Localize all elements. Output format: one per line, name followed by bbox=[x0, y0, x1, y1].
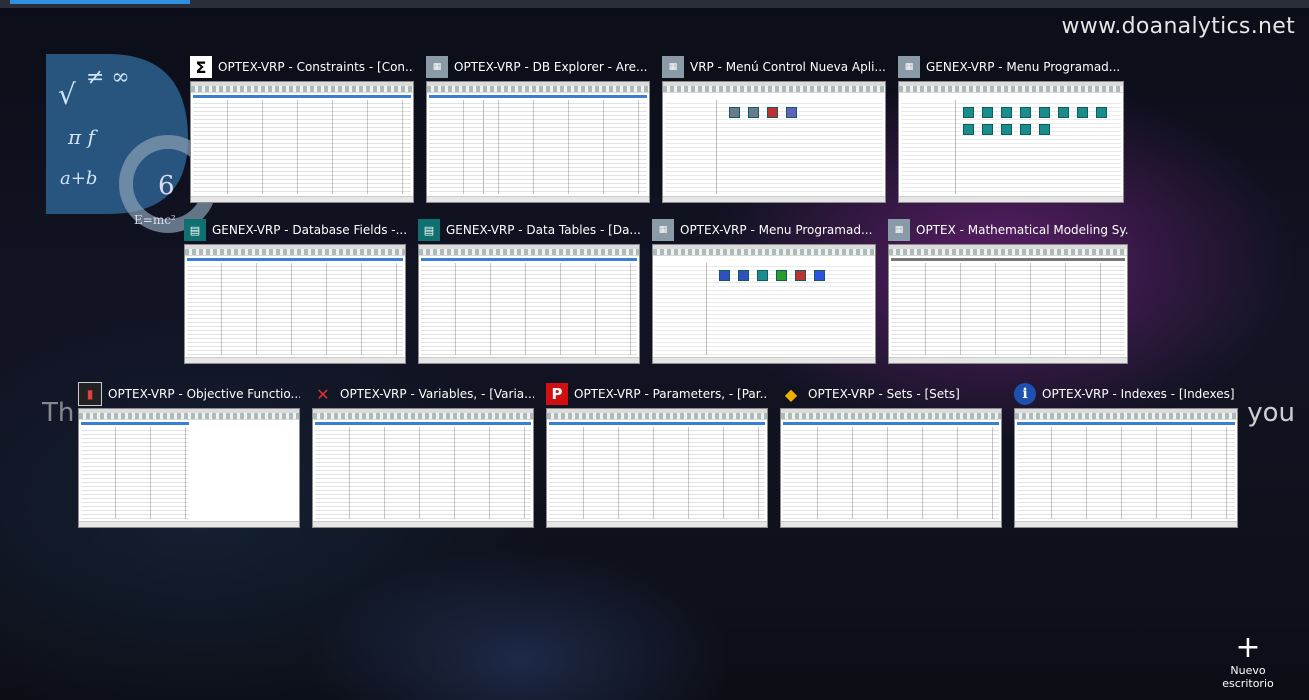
window-title-bar: ▤ GENEX-VRP - Data Tables - [Da... bbox=[418, 218, 640, 242]
top-bar-accent bbox=[10, 0, 190, 4]
objective-function-icon: ▮ bbox=[78, 382, 102, 406]
optex-app-icon: ▦ bbox=[888, 219, 910, 241]
optex-app-icon: ▦ bbox=[898, 56, 920, 78]
sets-icon: ◆ bbox=[784, 384, 798, 404]
window-title: OPTEX-VRP - DB Explorer - Are... bbox=[454, 60, 648, 74]
window-title: GENEX-VRP - Data Tables - [Da... bbox=[446, 223, 640, 237]
window-title: OPTEX-VRP - Indexes - [Indexes] bbox=[1042, 387, 1235, 401]
window-preview bbox=[652, 244, 876, 364]
top-bar bbox=[0, 0, 1309, 8]
window-title-bar: ▦ VRP - Menú Control Nueva Apli... bbox=[662, 55, 886, 79]
window-title: GENEX-VRP - Menu Programad... bbox=[926, 60, 1121, 74]
window-title: VRP - Menú Control Nueva Apli... bbox=[690, 60, 886, 74]
window-title-bar: ▦ OPTEX-VRP - DB Explorer - Are... bbox=[426, 55, 650, 79]
window-title-bar: ✕ OPTEX-VRP - Variables, - [Varia... bbox=[312, 382, 534, 406]
window-title: OPTEX-VRP - Variables, - [Varia... bbox=[340, 387, 534, 401]
window-title: OPTEX-VRP - Sets - [Sets] bbox=[808, 387, 960, 401]
window-preview bbox=[546, 408, 768, 528]
svg-text:√: √ bbox=[58, 78, 76, 111]
parameters-icon: P bbox=[546, 383, 568, 405]
info-icon: i bbox=[1014, 383, 1036, 405]
optex-app-icon: ▦ bbox=[652, 219, 674, 241]
new-desktop-button[interactable]: + Nuevo escritorio bbox=[1203, 630, 1293, 691]
window-title-bar: Σ OPTEX-VRP - Constraints - [Con... bbox=[190, 55, 414, 79]
sigma-icon: Σ bbox=[190, 56, 212, 78]
svg-text:π f: π f bbox=[67, 125, 99, 149]
optex-app-icon: ▦ bbox=[662, 56, 684, 78]
svg-text:a+b: a+b bbox=[60, 168, 97, 189]
window-preview bbox=[898, 81, 1124, 203]
window-preview bbox=[184, 244, 406, 364]
window-preview bbox=[418, 244, 640, 364]
window-title-bar: ◆ OPTEX-VRP - Sets - [Sets] bbox=[780, 382, 1002, 406]
window-title-bar: ▦ OPTEX-VRP - Menu Programad... bbox=[652, 218, 876, 242]
plus-icon: + bbox=[1235, 630, 1261, 665]
window-title: OPTEX-VRP - Parameters, - [Par... bbox=[574, 387, 768, 401]
window-title-bar: ▦ GENEX-VRP - Menu Programad... bbox=[898, 55, 1124, 79]
window-title: OPTEX-VRP - Objective Functio... bbox=[108, 387, 300, 401]
window-preview bbox=[780, 408, 1002, 528]
data-tables-icon: ▤ bbox=[418, 219, 440, 241]
variables-icon: ✕ bbox=[316, 384, 330, 404]
window-title: OPTEX-VRP - Menu Programad... bbox=[680, 223, 873, 237]
window-preview bbox=[312, 408, 534, 528]
site-watermark: www.doanalytics.net bbox=[1061, 14, 1295, 39]
window-title-bar: ▤ GENEX-VRP - Database Fields -... bbox=[184, 218, 406, 242]
new-desktop-label: Nuevo escritorio bbox=[1222, 664, 1274, 690]
window-preview bbox=[888, 244, 1128, 364]
window-title-bar: P OPTEX-VRP - Parameters, - [Par... bbox=[546, 382, 768, 406]
window-title-bar: ▮ OPTEX-VRP - Objective Functio... bbox=[78, 382, 300, 406]
window-title: OPTEX-VRP - Constraints - [Con... bbox=[218, 60, 414, 74]
window-title: GENEX-VRP - Database Fields -... bbox=[212, 223, 406, 237]
window-preview bbox=[78, 408, 300, 528]
window-preview bbox=[662, 81, 886, 203]
database-fields-icon: ▤ bbox=[184, 219, 206, 241]
window-title-bar: i OPTEX-VRP - Indexes - [Indexes] bbox=[1014, 382, 1240, 406]
svg-text:≠ ∞: ≠ ∞ bbox=[86, 65, 130, 90]
svg-text:E=mc²: E=mc² bbox=[134, 213, 176, 227]
optex-app-icon: ▦ bbox=[426, 56, 448, 78]
window-preview bbox=[426, 81, 650, 203]
background-banner-text-right: you bbox=[1247, 398, 1295, 428]
window-title: OPTEX - Mathematical Modeling Sy... bbox=[916, 223, 1128, 237]
window-preview bbox=[190, 81, 414, 203]
svg-text:6: 6 bbox=[158, 171, 175, 201]
window-title-bar: ▦ OPTEX - Mathematical Modeling Sy... bbox=[888, 218, 1128, 242]
window-preview bbox=[1014, 408, 1238, 528]
